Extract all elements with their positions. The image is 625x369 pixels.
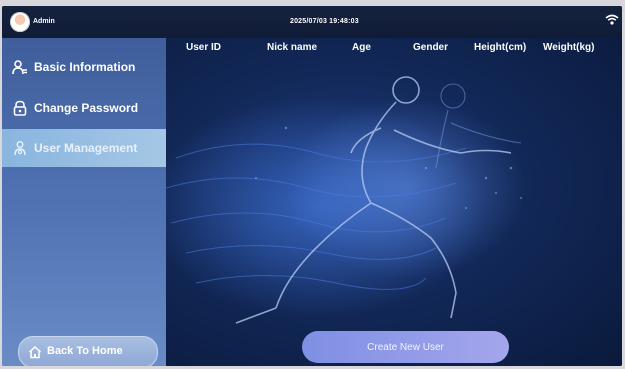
- user-name: Admin: [33, 18, 55, 25]
- wifi-icon: [605, 14, 619, 28]
- back-to-home-label: Back To Home: [47, 345, 123, 357]
- sidebar-item-user-management[interactable]: User Management: [2, 129, 166, 167]
- column-header-age: Age: [352, 42, 371, 53]
- create-new-user-label: Create New User: [367, 341, 444, 353]
- back-to-home-button[interactable]: Back To Home: [18, 336, 158, 366]
- user-table-panel: User ID Nick name Age Gender Height(cm) …: [166, 38, 622, 366]
- sidebar-item-change-password[interactable]: Change Password: [2, 89, 166, 127]
- column-header-gender: Gender: [413, 42, 449, 53]
- device-screen: Admin 2025/07/03 19:48:03 Basic Informat…: [2, 6, 622, 366]
- column-header-user-id: User ID: [186, 42, 222, 53]
- sidebar-item-label: Basic Information: [34, 60, 136, 74]
- status-bar: Admin 2025/07/03 19:48:03: [2, 6, 622, 38]
- home-icon: [28, 345, 42, 359]
- sidebar: Basic Information Change Password User M…: [2, 38, 166, 366]
- create-new-user-button[interactable]: Create New User: [302, 331, 509, 363]
- avatar[interactable]: [10, 12, 30, 32]
- sidebar-item-label: Change Password: [34, 101, 139, 115]
- sidebar-item-basic-information[interactable]: Basic Information: [2, 48, 166, 86]
- table-header: User ID Nick name Age Gender Height(cm) …: [166, 40, 622, 56]
- column-header-height: Height(cm): [474, 42, 527, 53]
- runner-background-image: [166, 76, 526, 324]
- sidebar-item-label: User Management: [34, 141, 138, 155]
- user-icon: [12, 59, 28, 75]
- column-header-weight: Weight(kg): [543, 42, 595, 53]
- column-header-nick-name: Nick name: [267, 42, 318, 53]
- users-icon: [12, 140, 28, 156]
- lock-icon: [12, 100, 28, 116]
- datetime: 2025/07/03 19:48:03: [290, 18, 359, 25]
